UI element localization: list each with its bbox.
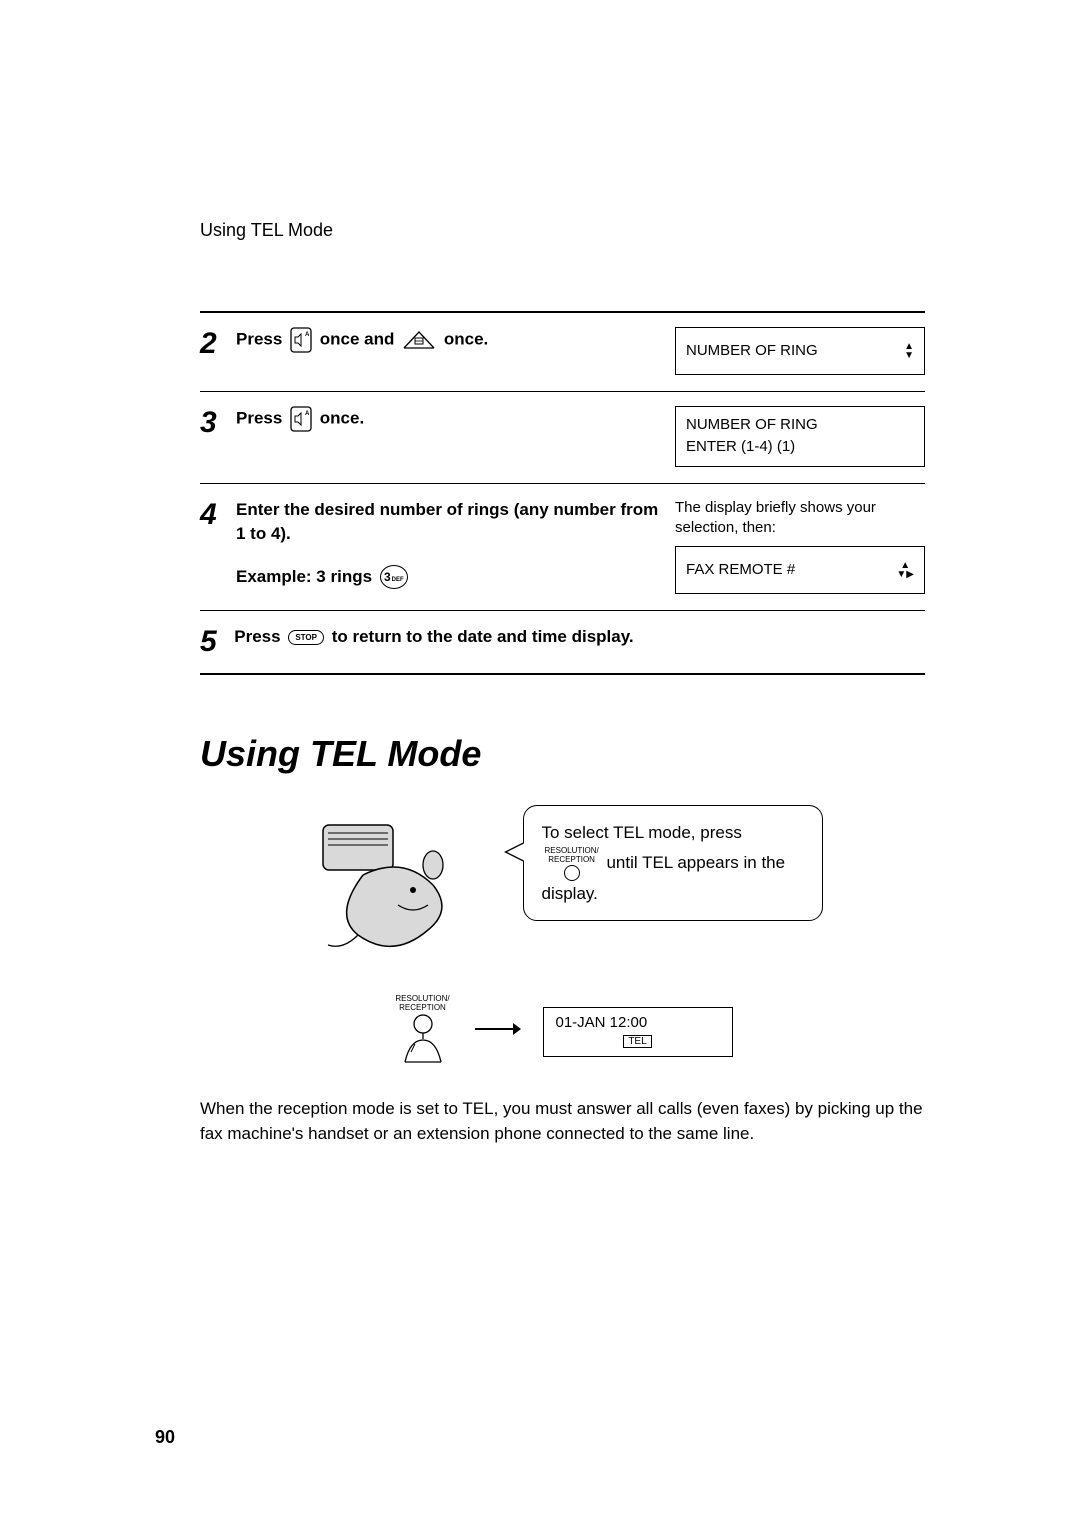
speaker-key-icon: A: [290, 406, 312, 432]
text: once and: [320, 329, 399, 348]
mode-diagram: RESOLUTION/ RECEPTION 01-JAN 12:00: [200, 994, 925, 1069]
svg-text:A: A: [305, 332, 310, 338]
lcd-display: FAX REMOTE # ▲▼▶: [675, 546, 925, 594]
running-header: Using TEL Mode: [200, 220, 925, 241]
text: Press: [236, 408, 287, 427]
digit-3-key-icon: 3DEF: [380, 565, 408, 589]
press-button-illustration: RESOLUTION/ RECEPTION: [393, 994, 453, 1069]
resolution-reception-key-icon: RESOLUTION/ RECEPTION: [545, 846, 599, 881]
page-number: 90: [155, 1427, 175, 1448]
nav-arrows-icon: ▲▼▶: [896, 561, 914, 579]
step-display: The display briefly shows your selection…: [675, 498, 925, 595]
text: To select TEL mode, press: [542, 823, 742, 842]
illustration-area: To select TEL mode, press RESOLUTION/ RE…: [200, 805, 925, 970]
text: once.: [444, 329, 488, 348]
text: Press: [236, 329, 287, 348]
stop-key-icon: STOP: [288, 630, 324, 646]
speech-bubble: To select TEL mode, press RESOLUTION/ RE…: [523, 805, 823, 921]
step-instruction: Press STOP to return to the date and tim…: [234, 625, 925, 650]
up-down-arrows-icon: ▲▼: [904, 342, 914, 360]
character-illustration: [303, 805, 493, 970]
step-display: NUMBER OF RING ENTER (1-4) (1): [675, 406, 925, 467]
example-label: Example: 3 rings: [236, 567, 372, 586]
steps-table: 2 Press A once and: [200, 311, 925, 675]
step-instruction: Press A once.: [236, 406, 675, 432]
arrow-right-icon: [475, 1022, 521, 1041]
text: once.: [320, 408, 364, 427]
step-number: 5: [200, 625, 234, 657]
step-3: 3 Press A once. NUMBER OF RING ENTER (1-…: [200, 391, 925, 483]
step-instruction: Press A once and: [236, 327, 675, 353]
text: Enter the desired number of rings (any n…: [236, 498, 663, 547]
speaker-key-icon: A: [290, 327, 312, 353]
copy-key-icon: [402, 330, 436, 350]
lcd-text: 01-JAN 12:00: [556, 1014, 720, 1031]
text: Press: [234, 627, 285, 646]
section-heading: Using TEL Mode: [200, 733, 925, 775]
svg-text:A: A: [305, 411, 310, 417]
tel-mode-tag: TEL: [623, 1035, 651, 1048]
lcd-display: NUMBER OF RING ▲▼: [675, 327, 925, 375]
lcd-text: ENTER (1-4) (1): [686, 437, 914, 457]
step-5: 5 Press STOP to return to the date and t…: [200, 610, 925, 673]
step-number: 4: [200, 498, 236, 530]
display-note: The display briefly shows your selection…: [675, 498, 925, 539]
step-number: 3: [200, 406, 236, 438]
lcd-text: NUMBER OF RING: [686, 415, 914, 435]
step-number: 2: [200, 327, 236, 359]
mode-lcd-display: 01-JAN 12:00 TEL: [543, 1007, 733, 1057]
step-instruction: Enter the desired number of rings (any n…: [236, 498, 675, 590]
step-4: 4 Enter the desired number of rings (any…: [200, 483, 925, 611]
step-display: NUMBER OF RING ▲▼: [675, 327, 925, 375]
body-paragraph: When the reception mode is set to TEL, y…: [200, 1097, 925, 1146]
lcd-display: NUMBER OF RING ENTER (1-4) (1): [675, 406, 925, 467]
text: to return to the date and time display.: [332, 627, 634, 646]
lcd-text: FAX REMOTE #: [686, 560, 795, 580]
lcd-text: NUMBER OF RING: [686, 341, 818, 361]
step-2: 2 Press A once and: [200, 313, 925, 391]
